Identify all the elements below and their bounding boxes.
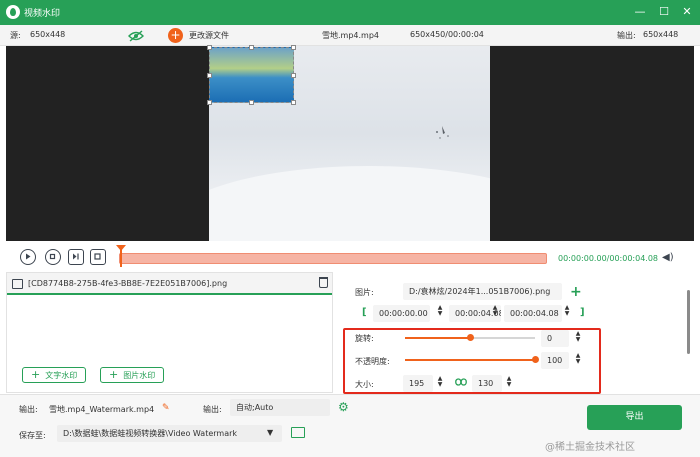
image-icon xyxy=(12,279,23,289)
snow-specks xyxy=(436,126,449,139)
timeline-track[interactable] xyxy=(119,253,547,264)
info-bar: 源: 650x448 + 更改源文件 雪地.mp4.mp4 650x450/00… xyxy=(0,25,700,46)
set-start-icon[interactable]: [ xyxy=(362,307,367,318)
start-time-field[interactable]: 00:00:00.00 xyxy=(373,305,430,322)
close-icon[interactable]: ✕ xyxy=(679,4,695,20)
title-bar: 视频水印 — ☐ ✕ xyxy=(0,0,700,25)
play-icon[interactable] xyxy=(20,249,36,265)
resize-handle[interactable] xyxy=(207,45,212,50)
start-time-stepper[interactable]: ▲ ▼ xyxy=(436,305,444,317)
resize-handle[interactable] xyxy=(249,45,254,50)
image-label: 图片: xyxy=(355,288,374,297)
plus-icon: + xyxy=(168,28,183,43)
properties-scrollbar[interactable] xyxy=(687,290,690,354)
save-to-label: 保存至: xyxy=(19,431,46,440)
edit-pencil-icon[interactable]: ✎ xyxy=(162,403,170,413)
resize-handle[interactable] xyxy=(291,73,296,78)
highlight-box xyxy=(343,328,601,394)
watermark-item-name: [CD8774B8-275B-4fe3-BB8E-7E2E051B7006].p… xyxy=(28,279,228,288)
end-time-stepper[interactable]: ▲ ▼ xyxy=(491,305,499,317)
site-credit: @稀土掘金技术社区 xyxy=(545,442,635,453)
file-name: 雪地.mp4.mp4 xyxy=(322,31,380,40)
volume-icon[interactable]: ◀) xyxy=(662,252,674,263)
hide-preview-eye-icon[interactable] xyxy=(128,30,144,42)
output-format-field[interactable]: 自动;Auto xyxy=(230,399,330,416)
watermark-image-overlay[interactable] xyxy=(207,45,296,105)
resize-handle[interactable] xyxy=(249,100,254,105)
plus-icon: + xyxy=(31,368,41,381)
chevron-down-icon[interactable]: ▼ xyxy=(267,428,273,437)
snow-drift xyxy=(209,166,490,241)
gear-icon[interactable]: ⚙ xyxy=(338,400,349,414)
add-image-watermark-button[interactable]: + 图片水印 xyxy=(100,367,165,383)
snapshot-icon[interactable] xyxy=(90,249,106,265)
output-name-label: 输出: xyxy=(19,405,38,414)
output-size-label: 输出: xyxy=(617,31,636,40)
watermark-list-panel: [CD8774B8-275B-4fe3-BB8E-7E2E051B7006].p… xyxy=(6,272,333,393)
playhead[interactable] xyxy=(116,245,126,267)
stop-icon[interactable] xyxy=(45,249,61,265)
add-text-watermark-label: 文字水印 xyxy=(45,371,78,380)
export-button[interactable]: 导出 xyxy=(587,405,682,430)
set-end-icon[interactable]: ] xyxy=(580,307,585,318)
resize-handle[interactable] xyxy=(291,100,296,105)
folder-icon[interactable] xyxy=(291,427,305,438)
maximize-icon[interactable]: ☐ xyxy=(656,4,672,20)
source-size: 650x448 xyxy=(30,30,66,39)
minimize-icon[interactable]: — xyxy=(632,4,648,20)
size-duration: 650x450/00:00:04 xyxy=(410,30,484,39)
list-item[interactable]: [CD8774B8-275B-4fe3-BB8E-7E2E051B7006].p… xyxy=(7,273,332,295)
timecode: 00:00:00.00/00:00:04.08 xyxy=(558,254,658,263)
add-image-icon[interactable]: + xyxy=(570,285,582,299)
add-text-watermark-button[interactable]: + 文字水印 xyxy=(22,367,87,383)
window-title: 视频水印 xyxy=(24,9,61,19)
image-path-field[interactable]: D:/袁林炫/2024年1...051B7006).png xyxy=(403,283,562,300)
resize-handle[interactable] xyxy=(207,73,212,78)
resize-handle[interactable] xyxy=(291,45,296,50)
duration-stepper[interactable]: ▲ ▼ xyxy=(563,305,571,317)
app-logo-icon xyxy=(6,5,20,19)
duration-field[interactable]: 00:00:04.08 xyxy=(504,305,562,322)
output-file-name: 雪地.mp4_Watermark.mp4 xyxy=(49,405,155,414)
output-size: 650x448 xyxy=(643,30,679,39)
plus-icon: + xyxy=(109,368,119,381)
add-image-watermark-label: 图片水印 xyxy=(123,371,156,380)
change-source-file-label: 更改源文件 xyxy=(189,31,229,40)
change-source-file-button[interactable]: + 更改源文件 xyxy=(168,27,229,44)
source-label: 源: xyxy=(10,31,21,40)
trash-icon[interactable] xyxy=(319,277,328,288)
output-format-label: 输出: xyxy=(203,405,222,414)
next-frame-icon[interactable] xyxy=(68,249,84,265)
resize-handle[interactable] xyxy=(207,100,212,105)
save-path-select[interactable]: D:\数据蛙\数据蛙视频转换器\Video Watermark xyxy=(57,425,282,442)
